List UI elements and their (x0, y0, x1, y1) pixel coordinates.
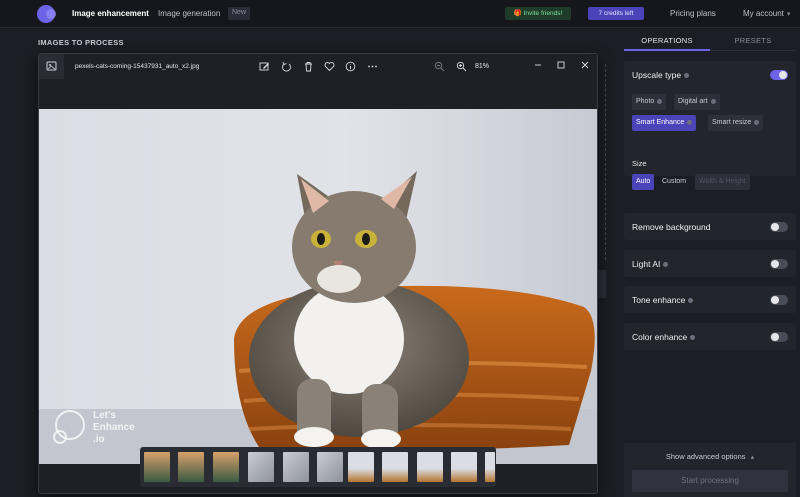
edit-image-icon[interactable] (259, 61, 270, 72)
thumbnail[interactable] (283, 452, 309, 482)
more-options-icon[interactable] (367, 61, 378, 72)
chevron-down-icon: ▾ (786, 11, 791, 18)
light-ai-title: Light AI (632, 259, 669, 269)
nav-pricing-plans[interactable]: Pricing plans (670, 9, 716, 18)
my-account-label: My account (743, 9, 784, 18)
image-row-edge (598, 270, 606, 298)
chip-smart-resize[interactable]: Smart resize (708, 115, 764, 131)
upscale-type-label: Upscale type (632, 70, 682, 80)
tone-enhance-toggle[interactable] (770, 295, 788, 305)
size-title: Size (632, 159, 647, 168)
remove-background-toggle[interactable] (770, 222, 788, 232)
thumbnail[interactable] (451, 452, 477, 482)
close-icon[interactable] (580, 60, 590, 70)
chevron-up-icon: ▴ (750, 454, 755, 461)
delete-icon[interactable] (303, 61, 314, 72)
info-icon[interactable] (688, 298, 694, 304)
credits-left-badge[interactable]: 7 credits left (588, 7, 644, 20)
info-icon (657, 98, 663, 104)
tone-enhance-card: Tone enhance (624, 286, 796, 313)
nav-image-enhancement[interactable]: Image enhancement (72, 9, 149, 18)
chip-label: Photo (636, 98, 655, 105)
viewer-toolbar: pexels-cats-coming-15437931_auto_x2.jpg … (39, 54, 597, 79)
upscale-type-title: Upscale type (632, 70, 690, 80)
light-ai-label: Light AI (632, 259, 661, 269)
info-icon (710, 98, 716, 104)
zoom-out-icon[interactable] (434, 61, 445, 72)
tone-enhance-title: Tone enhance (632, 295, 694, 305)
thumbnail[interactable] (178, 452, 204, 482)
zoom-level: 81% (475, 63, 490, 70)
file-name: pexels-cats-coming-15437931_auto_x2.jpg (75, 63, 200, 70)
watermark-line-1: Let's (93, 410, 116, 421)
chip-digital-art[interactable]: Digital art (674, 94, 720, 110)
info-icon[interactable] (684, 73, 690, 79)
new-badge: New (228, 7, 251, 20)
top-navigation-bar: Image enhancement Image generation New 🎁… (0, 0, 800, 28)
light-ai-card: Light AI (624, 250, 796, 277)
remove-background-title: Remove background (632, 222, 711, 232)
chip-photo[interactable]: Photo (632, 94, 667, 110)
chip-size-custom[interactable]: Custom (658, 174, 690, 190)
chip-smart-enhance[interactable]: Smart Enhance (632, 115, 697, 131)
thumbnail[interactable] (382, 452, 408, 482)
cat-photo: Let's Enhance .io (39, 109, 597, 464)
photos-app-icon (39, 54, 64, 79)
upscale-type-toggle[interactable] (770, 70, 788, 80)
light-ai-toggle[interactable] (770, 259, 788, 269)
thumbnail-filmstrip (140, 447, 496, 487)
thumbnail[interactable] (213, 452, 239, 482)
color-enhance-toggle[interactable] (770, 332, 788, 342)
color-enhance-card: Color enhance (624, 323, 796, 350)
app-logo-icon[interactable] (37, 5, 56, 23)
color-enhance-label: Color enhance (632, 332, 688, 342)
maximize-icon[interactable] (556, 60, 566, 70)
info-icon (687, 119, 693, 125)
nav-image-generation[interactable]: Image generation (158, 9, 220, 18)
minimize-icon[interactable] (533, 60, 543, 70)
remove-background-card: Remove background (624, 213, 796, 240)
settings-tabs: OPERATIONS PRESETS (624, 33, 796, 51)
info-icon (754, 119, 760, 125)
info-icon[interactable] (690, 335, 696, 341)
favorite-icon[interactable] (324, 61, 335, 72)
nav-my-account[interactable]: My account ▾ (743, 9, 790, 18)
thumbnail[interactable] (348, 452, 374, 482)
tone-enhance-label: Tone enhance (632, 295, 686, 305)
thumbnail[interactable] (485, 452, 495, 482)
section-title: IMAGES TO PROCESS (38, 38, 124, 47)
chip-size-auto[interactable]: Auto (632, 174, 655, 190)
size-card: Size Auto Custom Width & Height (624, 149, 796, 203)
chip-label: Smart Enhance (636, 119, 685, 126)
start-processing-button[interactable]: Start processing (632, 470, 788, 492)
chip-label: Digital art (678, 98, 708, 105)
watermark-line-2: Enhance (93, 422, 135, 433)
show-advanced-options-button[interactable]: Show advanced options ▴ (624, 452, 796, 461)
color-enhance-title: Color enhance (632, 332, 696, 342)
info-icon[interactable] (663, 262, 669, 268)
advanced-options-label: Show advanced options (665, 452, 746, 461)
chip-label: Smart resize (712, 119, 752, 126)
info-icon[interactable] (345, 61, 356, 72)
photo-viewer-window: pexels-cats-coming-15437931_auto_x2.jpg … (38, 53, 598, 494)
invite-friends-button[interactable]: 🎁 Invite friends! (505, 7, 571, 20)
tab-presets[interactable]: PRESETS (710, 33, 796, 51)
thumbnail[interactable] (248, 452, 274, 482)
thumbnail[interactable] (144, 452, 170, 482)
watermark-line-3: .io (93, 434, 105, 445)
rotate-icon[interactable] (281, 61, 292, 72)
thumbnail[interactable] (417, 452, 443, 482)
chip-width-height: Width & Height (695, 174, 750, 190)
advanced-options-section: Show advanced options ▴ Start processing (624, 443, 796, 497)
thumbnail[interactable] (317, 452, 343, 482)
zoom-in-icon[interactable] (456, 61, 467, 72)
tab-operations[interactable]: OPERATIONS (624, 33, 710, 51)
